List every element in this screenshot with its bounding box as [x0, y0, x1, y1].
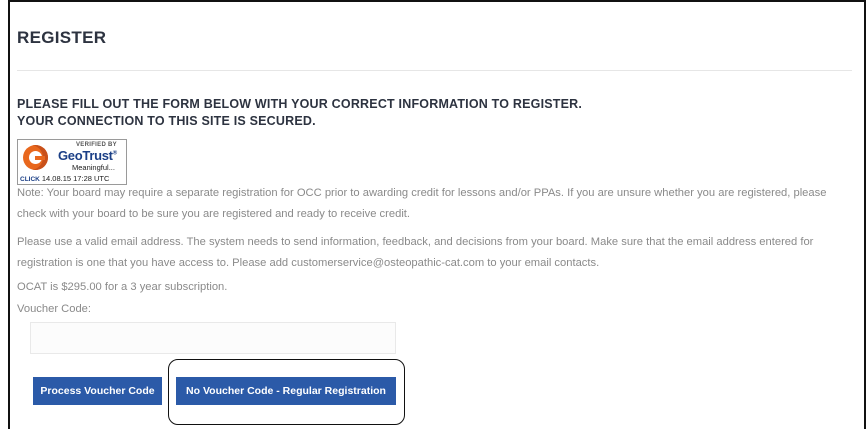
- seal-timestamp: 14.08.15 17:28 UTC: [41, 174, 110, 183]
- seal-brand-trust: Trust: [82, 148, 113, 163]
- regular-registration-button[interactable]: No Voucher Code - Regular Registration: [176, 377, 396, 405]
- voucher-code-input[interactable]: [30, 322, 396, 354]
- geotrust-seal[interactable]: VERIFIED BY GeoTrust® Meaningful... CLIC…: [17, 139, 127, 185]
- seal-brand-geo: Geo: [58, 148, 83, 163]
- process-voucher-button[interactable]: Process Voucher Code: [33, 377, 162, 405]
- page-title: REGISTER: [17, 28, 107, 47]
- seal-brand-mark: ®: [112, 150, 117, 157]
- security-heading: YOUR CONNECTION TO THIS SITE IS SECURED.: [17, 114, 316, 128]
- subscription-price: OCAT is $295.00 for a 3 year subscriptio…: [17, 281, 228, 293]
- email-instructions: Please use a valid email address. The sy…: [17, 236, 814, 269]
- voucher-code-label: Voucher Code:: [17, 303, 92, 315]
- seal-brand: GeoTrust®: [58, 148, 117, 163]
- board-registration-note: Note: Your board may require a separate …: [17, 187, 827, 220]
- seal-click-label: CLICK: [20, 176, 40, 183]
- geotrust-logo-icon: [23, 145, 48, 170]
- seal-meaningful-text: Meaningful...: [72, 163, 115, 172]
- instruction-heading: PLEASE FILL OUT THE FORM BELOW WITH YOUR…: [17, 97, 583, 111]
- title-divider: [17, 70, 852, 71]
